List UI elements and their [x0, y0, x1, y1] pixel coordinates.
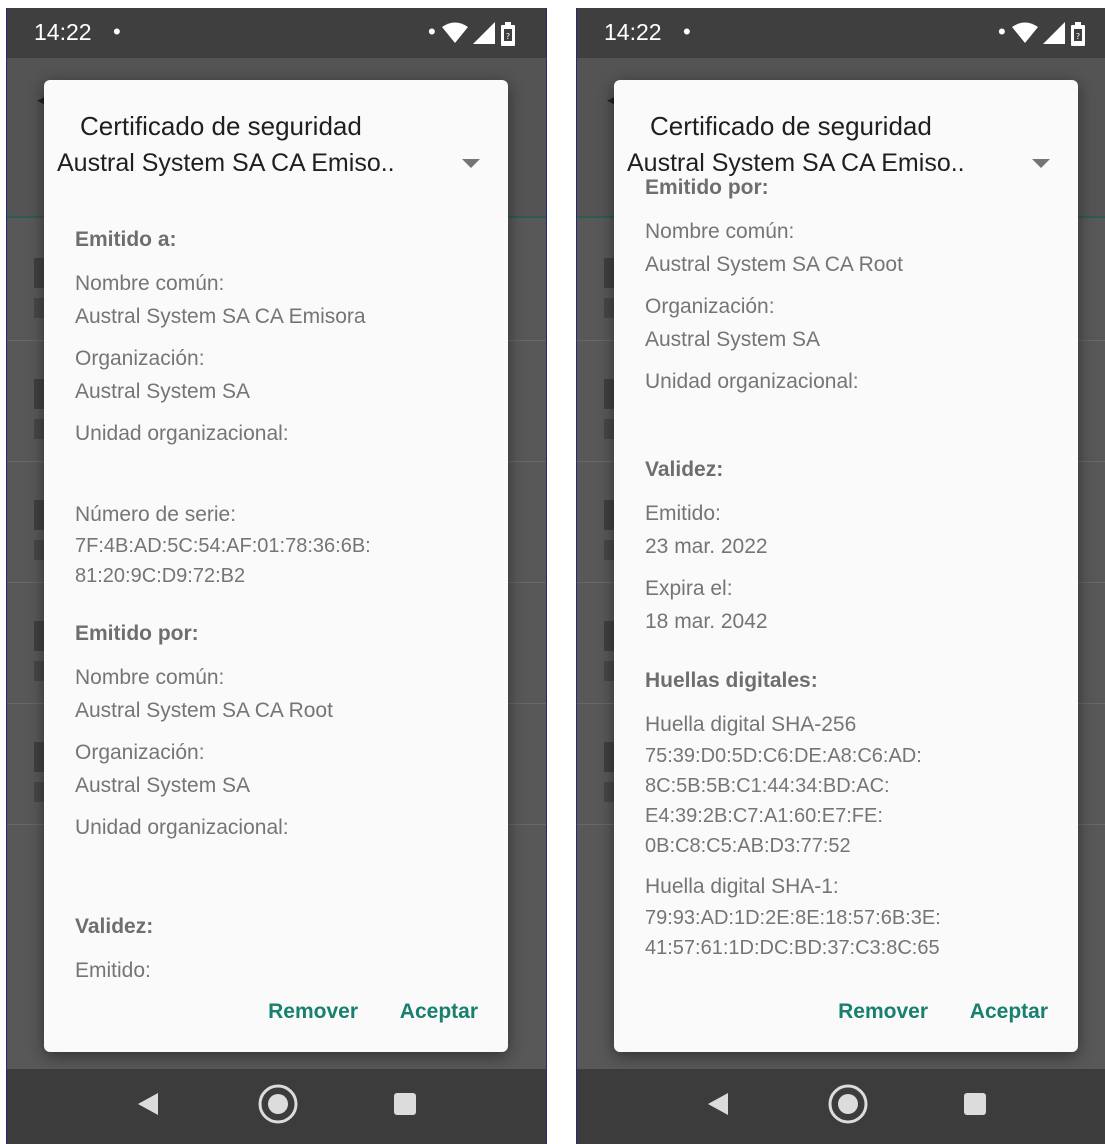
nav-home-icon[interactable]	[823, 1079, 873, 1129]
dropdown-selected-value: Austral System SA CA Emiso..	[627, 149, 965, 177]
issuer-organization-value: Austral System SA	[645, 328, 821, 351]
dialog-actions: Remover Aceptar	[44, 980, 508, 1052]
sha256-value-line3: E4:39:2B:C7:A1:60:E7:FE:	[645, 805, 883, 827]
section-issued-to-heading: Emitido a:	[75, 228, 177, 251]
phone-screen-left: 14:22 • • ? ◀ Certificado de seguridad A…	[6, 8, 547, 1144]
issuer-common-name-label: Nombre común:	[75, 666, 225, 689]
nav-recents-icon[interactable]	[380, 1079, 430, 1129]
wifi-icon	[1012, 22, 1038, 43]
certificate-details-scroll[interactable]: Emitido por: Nombre común: Austral Syste…	[614, 80, 1078, 980]
section-issued-by-heading: Emitido por:	[75, 622, 199, 645]
certificate-details-scroll[interactable]: Emitido a: Nombre común: Austral System …	[44, 80, 508, 980]
nav-back-icon[interactable]	[694, 1079, 744, 1129]
issuer-common-name-value: Austral System SA CA Root	[645, 253, 903, 276]
section-validity-heading: Validez:	[75, 915, 154, 938]
battery-icon: ?	[1071, 22, 1085, 46]
wifi-icon	[442, 22, 468, 43]
remove-button[interactable]: Remover	[838, 1000, 928, 1024]
issuer-org-unit-label: Unidad organizacional:	[645, 370, 859, 393]
notification-dot: •	[683, 19, 691, 44]
issuer-organization-label: Organización:	[75, 741, 205, 764]
sha256-value-line2: 8C:5B:5B:C1:44:34:BD:AC:	[645, 775, 890, 797]
certificate-dropdown[interactable]: Austral System SA CA Emiso..	[627, 149, 1067, 189]
navigation-bar	[7, 1069, 546, 1144]
nav-home-icon[interactable]	[253, 1079, 303, 1129]
status-time: 14:22	[604, 19, 662, 45]
notification-dot: •	[113, 19, 121, 44]
dialog-title: Certificado de seguridad	[650, 111, 932, 141]
caret-down-icon	[462, 159, 480, 168]
expiry-date-value: 18 mar. 2042	[645, 610, 768, 633]
organization-value: Austral System SA	[75, 380, 251, 403]
signal-icon	[1043, 22, 1065, 44]
expiry-date-label: Expira el:	[645, 577, 733, 600]
issuer-common-name-label: Nombre común:	[645, 220, 795, 243]
status-dot: •	[428, 19, 436, 44]
sha256-value-line4: 0B:C8:C5:AB:D3:77:52	[645, 835, 851, 857]
certificate-dialog: Certificado de seguridad Austral System …	[614, 80, 1078, 1052]
issuer-common-name-value: Austral System SA CA Root	[75, 699, 333, 722]
issuer-organization-value: Austral System SA	[75, 774, 251, 797]
navigation-bar	[577, 1069, 1105, 1144]
status-icons: ?	[442, 22, 522, 46]
issued-date-label: Emitido:	[75, 959, 151, 980]
status-time: 14:22	[34, 19, 92, 45]
serial-number-label: Número de serie:	[75, 503, 237, 526]
nav-back-icon[interactable]	[124, 1079, 174, 1129]
remove-button[interactable]: Remover	[268, 1000, 358, 1024]
common-name-value: Austral System SA CA Emisora	[75, 305, 366, 328]
status-bar: 14:22 • • ?	[7, 8, 546, 58]
issued-date-value: 23 mar. 2022	[645, 535, 768, 558]
status-icons: ?	[1012, 22, 1092, 46]
sha256-value-line1: 75:39:D0:5D:C6:DE:A8:C6:AD:	[645, 745, 922, 767]
battery-icon: ?	[501, 22, 515, 46]
organization-label: Organización:	[75, 347, 205, 370]
certificate-dropdown[interactable]: Austral System SA CA Emiso..	[57, 149, 497, 189]
issued-date-label: Emitido:	[645, 502, 721, 525]
accept-button[interactable]: Aceptar	[400, 1000, 478, 1024]
signal-icon	[473, 22, 495, 44]
dialog-title: Certificado de seguridad	[80, 111, 362, 141]
common-name-label: Nombre común:	[75, 272, 225, 295]
dropdown-selected-value: Austral System SA CA Emiso..	[57, 149, 395, 177]
issuer-org-unit-label: Unidad organizacional:	[75, 816, 289, 839]
org-unit-label: Unidad organizacional:	[75, 422, 289, 445]
status-dot: •	[998, 19, 1006, 44]
accept-button[interactable]: Aceptar	[970, 1000, 1048, 1024]
sha1-value-line1: 79:93:AD:1D:2E:8E:18:57:6B:3E:	[645, 907, 941, 929]
nav-recents-icon[interactable]	[950, 1079, 1000, 1129]
caret-down-icon	[1032, 159, 1050, 168]
section-fingerprints-heading: Huellas digitales:	[645, 669, 818, 692]
svg-text:?: ?	[1076, 32, 1080, 41]
serial-number-value-line1: 7F:4B:AD:5C:54:AF:01:78:36:6B:	[75, 535, 371, 557]
svg-text:?: ?	[506, 32, 510, 41]
serial-number-value-line2: 81:20:9C:D9:72:B2	[75, 565, 246, 587]
issuer-organization-label: Organización:	[645, 295, 775, 318]
dialog-actions: Remover Aceptar	[614, 980, 1078, 1052]
sha256-label: Huella digital SHA-256	[645, 713, 857, 736]
certificate-dialog: Certificado de seguridad Austral System …	[44, 80, 508, 1052]
phone-screen-right: 14:22 • • ? ◀ Certificado de seguridad A…	[576, 8, 1105, 1144]
sha1-value-line2: 41:57:61:1D:DC:BD:37:C3:8C:65	[645, 937, 940, 959]
sha1-label: Huella digital SHA-1:	[645, 875, 839, 898]
section-validity-heading: Validez:	[645, 458, 724, 481]
status-bar: 14:22 • • ?	[577, 8, 1105, 58]
